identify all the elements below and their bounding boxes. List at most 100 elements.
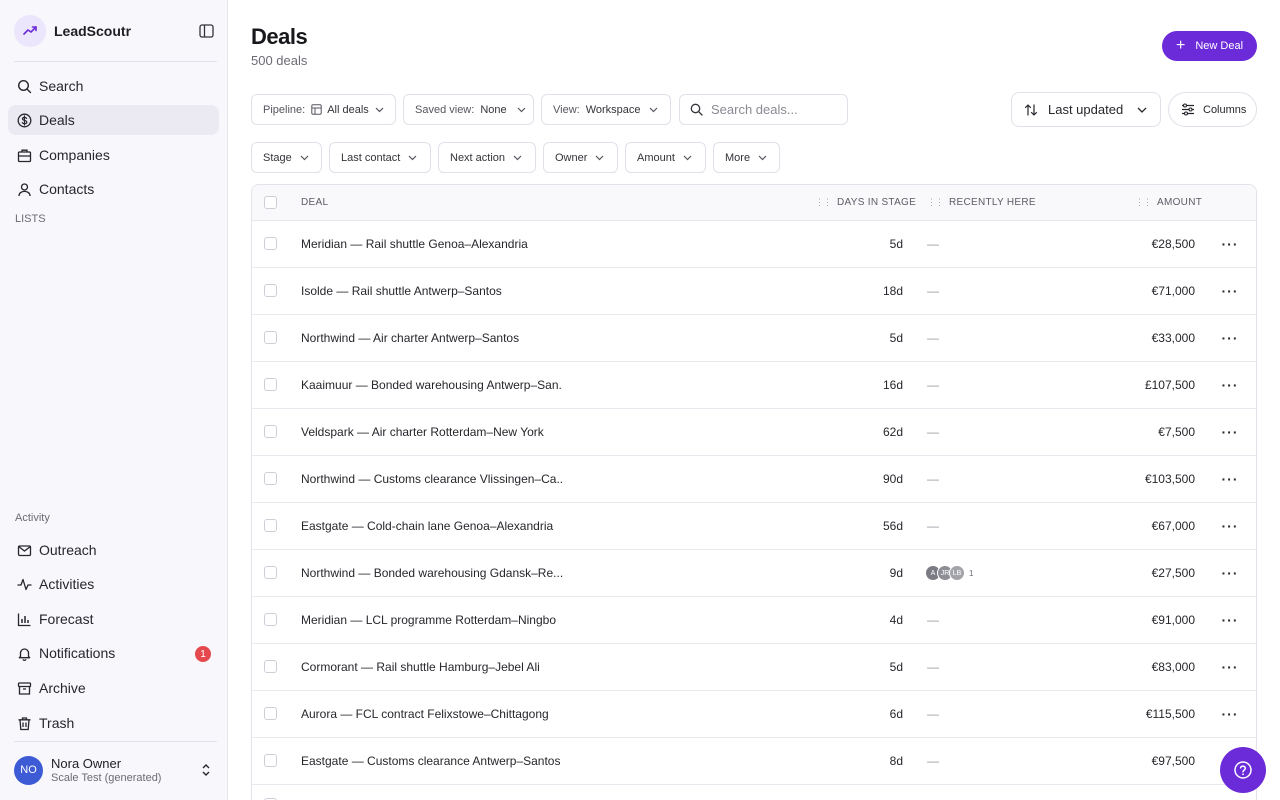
activity-icon [16, 576, 32, 592]
table-row[interactable] [252, 785, 1256, 800]
sidebar-item-notifications[interactable]: Notifications 1 [8, 638, 219, 668]
table-row[interactable]: Aurora — FCL contract Felixstowe–Chittag… [252, 691, 1256, 738]
sidebar-item-deals[interactable]: Deals [8, 105, 219, 135]
search-input[interactable] [711, 102, 841, 117]
row-checkbox[interactable] [264, 519, 277, 532]
filter-next-action[interactable]: Next action [438, 142, 536, 173]
filter-stage[interactable]: Stage [251, 142, 322, 173]
deal-name[interactable]: Northwind — Customs clearance Vlissingen… [301, 472, 563, 486]
table-row[interactable]: Meridian — LCL programme Rotterdam–Ningb… [252, 597, 1256, 644]
deal-name[interactable]: Cormorant — Rail shuttle Hamburg–Jebel A… [301, 660, 563, 674]
deal-amount: €91,000 [1151, 613, 1195, 627]
row-checkbox[interactable] [264, 284, 277, 297]
table-row[interactable]: Kaaimuur — Bonded warehousing Antwerp–Sa… [252, 362, 1256, 409]
recently-here: — [927, 707, 939, 721]
sidebar-item-forecast[interactable]: Forecast [8, 604, 219, 634]
row-checkbox[interactable] [264, 378, 277, 391]
more-icon[interactable]: ··· [1218, 517, 1242, 535]
drag-handle-icon[interactable]: ⋮⋮ [927, 197, 944, 208]
new-deal-button[interactable]: + New Deal [1162, 31, 1257, 61]
deal-amount: €83,000 [1151, 660, 1195, 674]
more-icon[interactable]: ··· [1218, 658, 1242, 676]
sidebar-item-outreach[interactable]: Outreach [8, 535, 219, 565]
deal-amount: €103,500 [1144, 472, 1195, 486]
sidebar-item-contacts[interactable]: Contacts [8, 174, 219, 204]
more-icon[interactable]: ··· [1218, 705, 1242, 723]
deal-name[interactable]: Northwind — Air charter Antwerp–Santos [301, 331, 563, 345]
table-row[interactable]: Northwind — Bonded warehousing Gdansk–Re… [252, 550, 1256, 597]
mail-icon [16, 542, 32, 558]
row-checkbox[interactable] [264, 707, 277, 720]
row-checkbox[interactable] [264, 331, 277, 344]
table-row[interactable]: Isolde — Rail shuttle Antwerp–Santos 18d… [252, 268, 1256, 315]
column-header-days[interactable]: ⋮⋮ DAYS IN STAGE [815, 197, 916, 208]
saved-view-select[interactable]: Saved view: None [403, 94, 534, 125]
filter-last-contact[interactable]: Last contact [329, 142, 431, 173]
more-icon[interactable]: ··· [1218, 564, 1242, 582]
filter-owner[interactable]: Owner [543, 142, 618, 173]
drag-handle-icon[interactable]: ⋮⋮ [815, 197, 832, 208]
row-checkbox[interactable] [264, 472, 277, 485]
sidebar-item-archive[interactable]: Archive [8, 673, 219, 703]
table-row[interactable]: Veldspark — Air charter Rotterdam–New Yo… [252, 409, 1256, 456]
table-row[interactable]: Cormorant — Rail shuttle Hamburg–Jebel A… [252, 644, 1256, 691]
more-icon[interactable]: ··· [1218, 423, 1242, 441]
column-header-deal[interactable]: DEAL [301, 197, 328, 208]
filter-label: Amount [637, 151, 675, 164]
lists-heading: LISTS [15, 213, 46, 225]
user-menu[interactable]: NO Nora Owner Scale Test (generated) [14, 752, 216, 788]
table-row[interactable]: Eastgate — Customs clearance Antwerp–San… [252, 738, 1256, 785]
sidebar-item-search[interactable]: Search [8, 71, 219, 101]
table-row[interactable]: Northwind — Air charter Antwerp–Santos 5… [252, 315, 1256, 362]
more-count: 1 [969, 568, 974, 578]
sidebar-toggle-icon[interactable] [196, 21, 216, 41]
days-in-stage: 62d [882, 425, 903, 439]
deal-name[interactable]: Kaaimuur — Bonded warehousing Antwerp–Sa… [301, 378, 563, 392]
sort-select[interactable]: Last updated [1011, 92, 1161, 127]
row-checkbox[interactable] [264, 754, 277, 767]
table-row[interactable]: Northwind — Customs clearance Vlissingen… [252, 456, 1256, 503]
deal-name[interactable]: Eastgate — Customs clearance Antwerp–San… [301, 754, 563, 768]
pipeline-select[interactable]: Pipeline: All deals [251, 94, 396, 125]
row-checkbox[interactable] [264, 613, 277, 626]
more-icon[interactable]: ··· [1218, 376, 1242, 394]
days-in-stage: 5d [889, 660, 903, 674]
building-icon [16, 147, 32, 163]
deal-name[interactable]: Veldspark — Air charter Rotterdam–New Yo… [301, 425, 563, 439]
recent-avatars[interactable]: A JR LB 1 [925, 564, 973, 582]
column-header-recent[interactable]: ⋮⋮ RECENTLY HERE [927, 197, 1036, 208]
pipeline-label: Pipeline: [263, 103, 306, 116]
table-row[interactable]: Eastgate — Cold-chain lane Genoa–Alexand… [252, 503, 1256, 550]
deal-name[interactable]: Meridian — LCL programme Rotterdam–Ningb… [301, 613, 563, 627]
recently-here: — [927, 613, 939, 627]
sidebar-item-companies[interactable]: Companies [8, 140, 219, 170]
column-header-amount[interactable]: ⋮⋮ AMOUNT [1135, 197, 1202, 208]
filter-more[interactable]: More [713, 142, 780, 173]
deal-name[interactable]: Aurora — FCL contract Felixstowe–Chittag… [301, 707, 563, 721]
columns-button[interactable]: Columns [1168, 92, 1257, 127]
sidebar-item-label: Trash [39, 715, 75, 731]
row-checkbox[interactable] [264, 566, 277, 579]
view-select[interactable]: View: Workspace [541, 94, 671, 125]
table-row[interactable]: Meridian — Rail shuttle Genoa–Alexandria… [252, 221, 1256, 268]
brand[interactable]: LeadScoutr [14, 14, 214, 48]
filter-amount[interactable]: Amount [625, 142, 706, 173]
more-icon[interactable]: ··· [1218, 329, 1242, 347]
deal-name[interactable]: Isolde — Rail shuttle Antwerp–Santos [301, 284, 563, 298]
more-icon[interactable]: ··· [1218, 611, 1242, 629]
help-button[interactable] [1220, 747, 1266, 793]
row-checkbox[interactable] [264, 425, 277, 438]
row-checkbox[interactable] [264, 660, 277, 673]
saved-view-value: None [480, 103, 507, 116]
deal-name[interactable]: Meridian — Rail shuttle Genoa–Alexandria [301, 237, 563, 251]
more-icon[interactable]: ··· [1218, 282, 1242, 300]
sidebar-item-trash[interactable]: Trash [8, 708, 219, 738]
select-all-checkbox[interactable] [264, 196, 277, 209]
more-icon[interactable]: ··· [1218, 470, 1242, 488]
deal-name[interactable]: Eastgate — Cold-chain lane Genoa–Alexand… [301, 519, 563, 533]
row-checkbox[interactable] [264, 237, 277, 250]
sidebar-item-activities[interactable]: Activities [8, 569, 219, 599]
deal-name[interactable]: Northwind — Bonded warehousing Gdansk–Re… [301, 566, 563, 580]
drag-handle-icon[interactable]: ⋮⋮ [1135, 197, 1152, 208]
more-icon[interactable]: ··· [1218, 235, 1242, 253]
